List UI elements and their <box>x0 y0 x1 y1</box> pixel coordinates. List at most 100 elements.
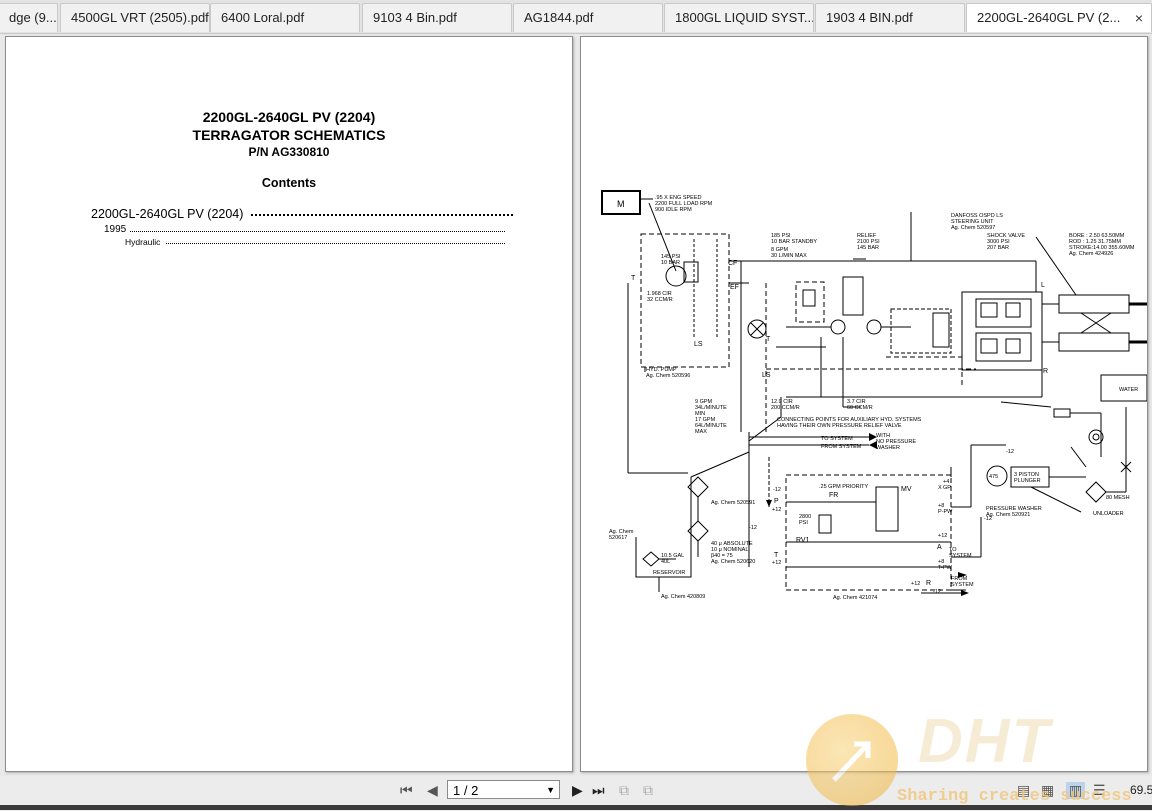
svg-text:EF: EF <box>730 284 739 291</box>
svg-text:200 CCM/R: 200 CCM/R <box>771 405 800 411</box>
first-page-icon[interactable]: ⏮ <box>400 782 413 799</box>
toc-leader <box>130 231 505 232</box>
svg-text:+12: +12 <box>911 581 920 587</box>
svg-text:207 BAR: 207 BAR <box>987 245 1009 251</box>
svg-text:60 CCM/R: 60 CCM/R <box>847 405 873 411</box>
steering-valve <box>961 291 1043 371</box>
toc-entry-year[interactable]: 1995 <box>104 224 126 235</box>
svg-text:+12: +12 <box>772 507 781 513</box>
tab-document-5[interactable]: 1800GL LIQUID SYST... <box>664 3 814 32</box>
svg-text:-12: -12 <box>933 589 941 595</box>
svg-text:WATER: WATER <box>1119 387 1138 393</box>
tab-document-0[interactable]: dge (9... <box>0 3 58 32</box>
svg-text:30 L/MIN MAX: 30 L/MIN MAX <box>771 253 807 259</box>
svg-text:T: T <box>631 275 636 282</box>
svg-text:+12: +12 <box>772 560 781 566</box>
previous-page-icon[interactable]: ◀ <box>427 782 438 799</box>
watermark-logo-icon <box>806 714 898 806</box>
svg-text:T-PW: T-PW <box>938 565 953 571</box>
svg-text:Ag. Chem 520921: Ag. Chem 520921 <box>986 512 1030 518</box>
svg-text:-12: -12 <box>984 516 992 522</box>
hydraulic-schematic: M .95 X ENG SPEED 2200 FULL LOAD RPM 900… <box>601 190 1148 601</box>
svg-text:+8: +8 <box>938 559 944 565</box>
svg-text:L: L <box>1041 282 1045 289</box>
page-number-input[interactable]: 1 / 2 ▼ <box>447 780 560 799</box>
svg-text:-12: -12 <box>773 487 781 493</box>
svg-text:Ag. Chem 520591: Ag. Chem 520591 <box>711 500 755 506</box>
tab-document-4[interactable]: AG1844.pdf <box>513 3 663 32</box>
svg-text:520617: 520617 <box>609 535 627 541</box>
doc-subtitle: TERRAGATOR SCHEMATICS <box>192 127 386 143</box>
svg-text:T: T <box>774 552 779 559</box>
previous-view-icon[interactable]: ⧉ <box>619 782 629 799</box>
tab-label: dge (9... <box>9 10 57 25</box>
svg-text:T: T <box>766 336 771 343</box>
svg-text:145 BAR: 145 BAR <box>857 245 879 251</box>
doc-title: 2200GL-2640GL PV (2204) <box>202 109 376 125</box>
svg-text:LS: LS <box>694 341 703 348</box>
contents-heading: Contents <box>261 176 317 190</box>
tab-label: 2200GL-2640GL PV (2... <box>977 10 1121 25</box>
tab-document-2[interactable]: 6400 Loral.pdf <box>210 3 360 32</box>
document-viewport[interactable]: 2200GL-2640GL PV (2204) TERRAGATOR SCHEM… <box>0 34 1152 776</box>
svg-text:10 BAR: 10 BAR <box>661 260 680 266</box>
tab-label: 6400 Loral.pdf <box>221 10 305 25</box>
svg-text:TO SYSTEM: TO SYSTEM <box>821 436 853 442</box>
tab-document-3[interactable]: 9103 4 Bin.pdf <box>362 3 512 32</box>
svg-text:Ag. Chem 421074: Ag. Chem 421074 <box>833 595 877 601</box>
tab-label: AG1844.pdf <box>524 10 594 25</box>
watermark-slogan: Sharing creates success <box>897 787 1132 806</box>
svg-text:SYSTEM: SYSTEM <box>951 582 974 588</box>
svg-text:P-PW: P-PW <box>938 509 953 515</box>
motor-label: M <box>617 199 625 209</box>
svg-text:WASHER: WASHER <box>876 445 900 451</box>
svg-text:80 MESH: 80 MESH <box>1106 495 1130 501</box>
svg-text:RV1: RV1 <box>796 537 810 544</box>
pdf-page-1: 2200GL-2640GL PV (2204) TERRAGATOR SCHEM… <box>5 36 573 772</box>
svg-text:Ag. Chem 420809: Ag. Chem 420809 <box>661 594 705 600</box>
svg-text:+8: +8 <box>938 503 944 509</box>
arrow-icon <box>832 741 871 782</box>
watermark-brand: DHT <box>918 707 1052 776</box>
tab-bar: dge (9... 4500GL VRT (2505).pdf 6400 Lor… <box>0 0 1152 34</box>
svg-text:PLUNGER: PLUNGER <box>1014 478 1041 484</box>
next-view-icon[interactable]: ⧉ <box>643 782 653 799</box>
tab-document-1[interactable]: 4500GL VRT (2505).pdf <box>60 3 210 32</box>
svg-text:P: P <box>774 498 779 505</box>
svg-text:Ag. Chem 520596: Ag. Chem 520596 <box>646 373 690 379</box>
toc-leader <box>251 214 513 216</box>
pdf-page-2: M .95 X ENG SPEED 2200 FULL LOAD RPM 900… <box>580 36 1148 772</box>
zoom-level[interactable]: 69.5 <box>1130 783 1152 797</box>
tab-label: 9103 4 Bin.pdf <box>373 10 457 25</box>
svg-text:RESERVOIR: RESERVOIR <box>653 570 685 576</box>
svg-text:MV: MV <box>901 486 912 493</box>
svg-text:GP: GP <box>943 485 951 491</box>
toc-entry-model[interactable]: 2200GL-2640GL PV (2204) <box>91 207 243 221</box>
svg-text:Ag. Chem 520620: Ag. Chem 520620 <box>711 559 755 565</box>
last-page-icon[interactable]: ⏭ <box>592 782 605 799</box>
tab-label: 4500GL VRT (2505).pdf <box>71 10 209 25</box>
svg-text:R: R <box>926 580 931 587</box>
chevron-down-icon[interactable]: ▼ <box>546 781 555 800</box>
toc-leader <box>166 243 505 244</box>
svg-text:A: A <box>937 544 942 551</box>
close-icon[interactable]: × <box>1135 4 1143 32</box>
toc-entry-hydraulic[interactable]: Hydraulic <box>125 237 160 247</box>
tab-document-6[interactable]: 1903 4 BIN.pdf <box>815 3 965 32</box>
svg-text:+12: +12 <box>938 533 947 539</box>
next-page-icon[interactable]: ▶ <box>572 782 583 799</box>
svg-text:UNLOADER: UNLOADER <box>1093 511 1124 517</box>
svg-text:900 IDLE RPM: 900 IDLE RPM <box>655 207 692 213</box>
svg-text:R: R <box>1043 368 1048 375</box>
svg-text:FROM SYSTEM: FROM SYSTEM <box>821 444 862 450</box>
svg-text:MAX: MAX <box>695 429 707 435</box>
pump-symbol <box>665 265 687 287</box>
svg-text:.25 GPM PRIORITY: .25 GPM PRIORITY <box>819 484 869 490</box>
svg-text:10 BAR STANDBY: 10 BAR STANDBY <box>771 239 817 245</box>
tab-label: 1800GL LIQUID SYST... <box>675 10 814 25</box>
svg-text:-12: -12 <box>749 525 757 531</box>
svg-text:X: X <box>938 485 942 491</box>
svg-text:Ag. Chem 520597: Ag. Chem 520597 <box>951 225 995 231</box>
tab-document-active[interactable]: 2200GL-2640GL PV (2... × <box>966 3 1152 32</box>
svg-text:475: 475 <box>989 474 998 480</box>
